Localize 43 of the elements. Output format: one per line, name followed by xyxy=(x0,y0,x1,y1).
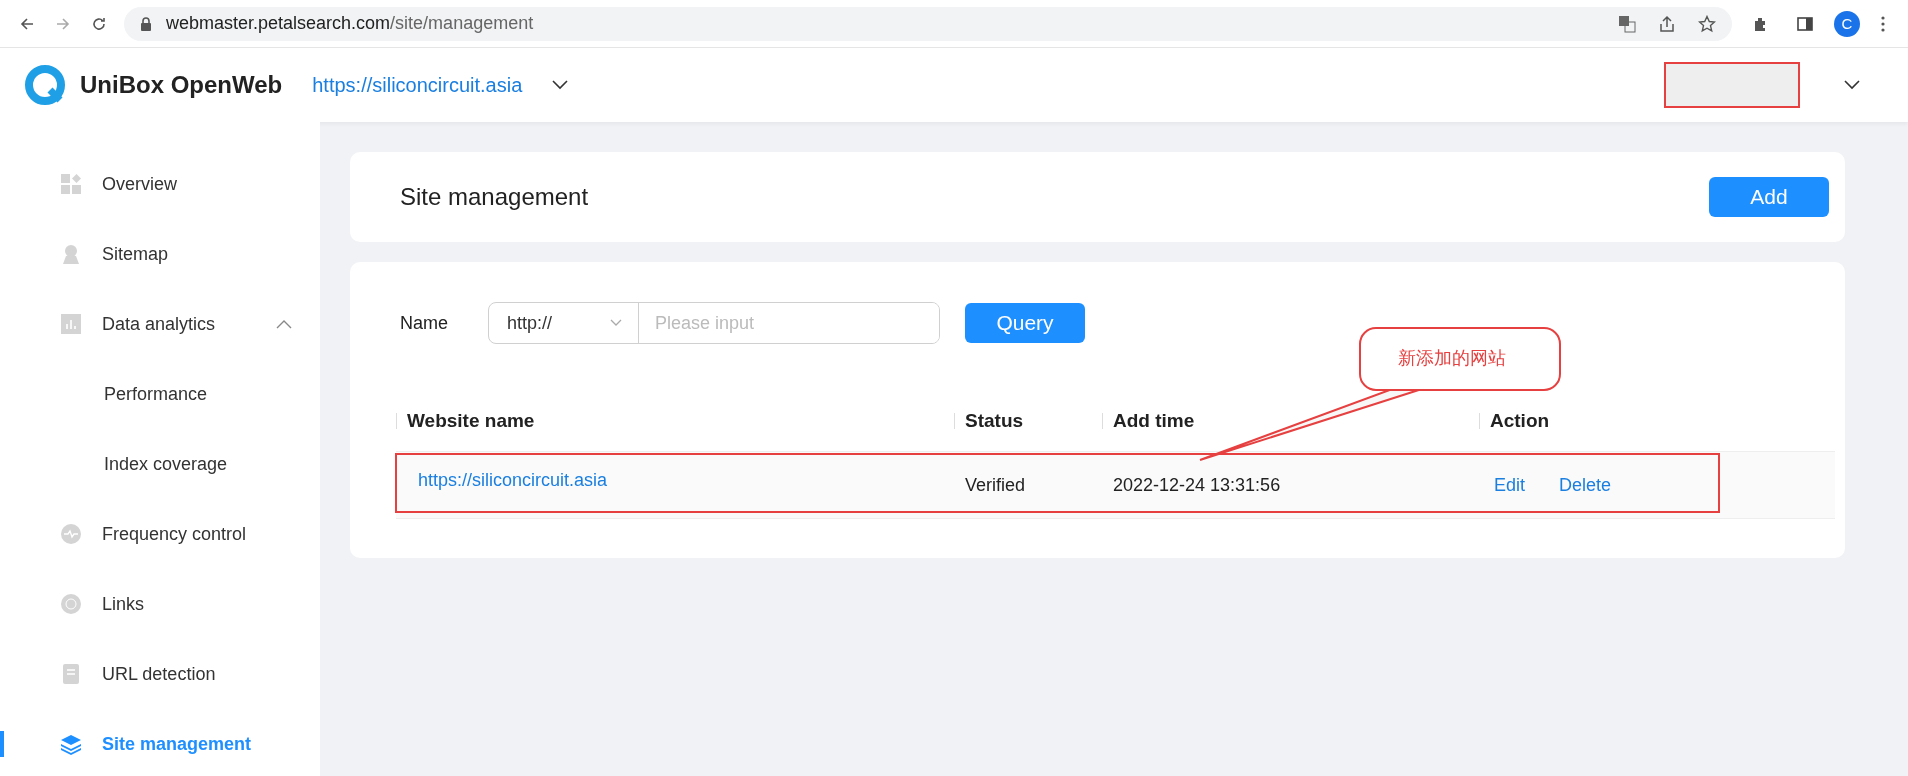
side-panel-icon[interactable] xyxy=(1796,14,1814,33)
name-search-field[interactable]: http:// Please input xyxy=(488,302,940,344)
wave-icon xyxy=(60,523,82,545)
logo-icon xyxy=(24,64,66,106)
sidebar-item[interactable]: URL detection xyxy=(0,639,320,709)
profile-avatar[interactable]: C xyxy=(1834,10,1860,37)
sidebar-item[interactable]: Links xyxy=(0,569,320,639)
column-header: Status xyxy=(965,410,1024,432)
pin-icon xyxy=(60,243,82,265)
sidebar-subitem[interactable]: Performance xyxy=(0,359,320,429)
site-selector[interactable]: https://siliconcircuit.asia xyxy=(312,73,523,97)
chevron-down-icon[interactable] xyxy=(1844,80,1860,90)
sidebar-item[interactable]: Frequency control xyxy=(0,499,320,569)
bars-icon xyxy=(60,313,82,335)
annotation-text: 新添加的网站 xyxy=(1398,346,1507,370)
doc-icon xyxy=(60,663,82,685)
chevron-up-icon[interactable] xyxy=(276,319,292,329)
page-title: Site management xyxy=(400,183,589,211)
links-icon xyxy=(60,593,82,615)
website-link[interactable]: https://siliconcircuit.asia xyxy=(418,470,608,491)
share-icon[interactable] xyxy=(1658,14,1676,33)
add-time-cell: 2022-12-24 13:31:56 xyxy=(1113,474,1281,496)
column-header: Website name xyxy=(407,410,535,432)
name-label: Name xyxy=(400,312,448,334)
grid-icon xyxy=(60,173,82,195)
translate-icon[interactable] xyxy=(1618,14,1636,33)
action-link[interactable]: Delete xyxy=(1559,474,1612,496)
sidebar-item[interactable]: Overview xyxy=(0,149,320,219)
column-header: Add time xyxy=(1113,410,1195,432)
chevron-down-icon[interactable] xyxy=(552,80,569,90)
column-header: Action xyxy=(1490,410,1550,432)
chevron-down-icon xyxy=(610,319,622,327)
action-link[interactable]: Edit xyxy=(1494,474,1526,496)
menu-icon[interactable] xyxy=(1880,14,1886,33)
address-bar[interactable]: webmaster.petalsearch.com/site/management xyxy=(124,6,1732,41)
sidebar-subitem[interactable]: Index coverage xyxy=(0,429,320,499)
sidebar-item[interactable]: Data analytics xyxy=(0,289,320,359)
layers-icon xyxy=(60,733,82,755)
star-icon[interactable] xyxy=(1698,14,1716,33)
sidebar-item[interactable]: Sitemap xyxy=(0,219,320,289)
status-cell: Verified xyxy=(965,474,1026,496)
brand-name: UniBox OpenWeb xyxy=(80,71,283,99)
lock-icon xyxy=(140,16,152,31)
